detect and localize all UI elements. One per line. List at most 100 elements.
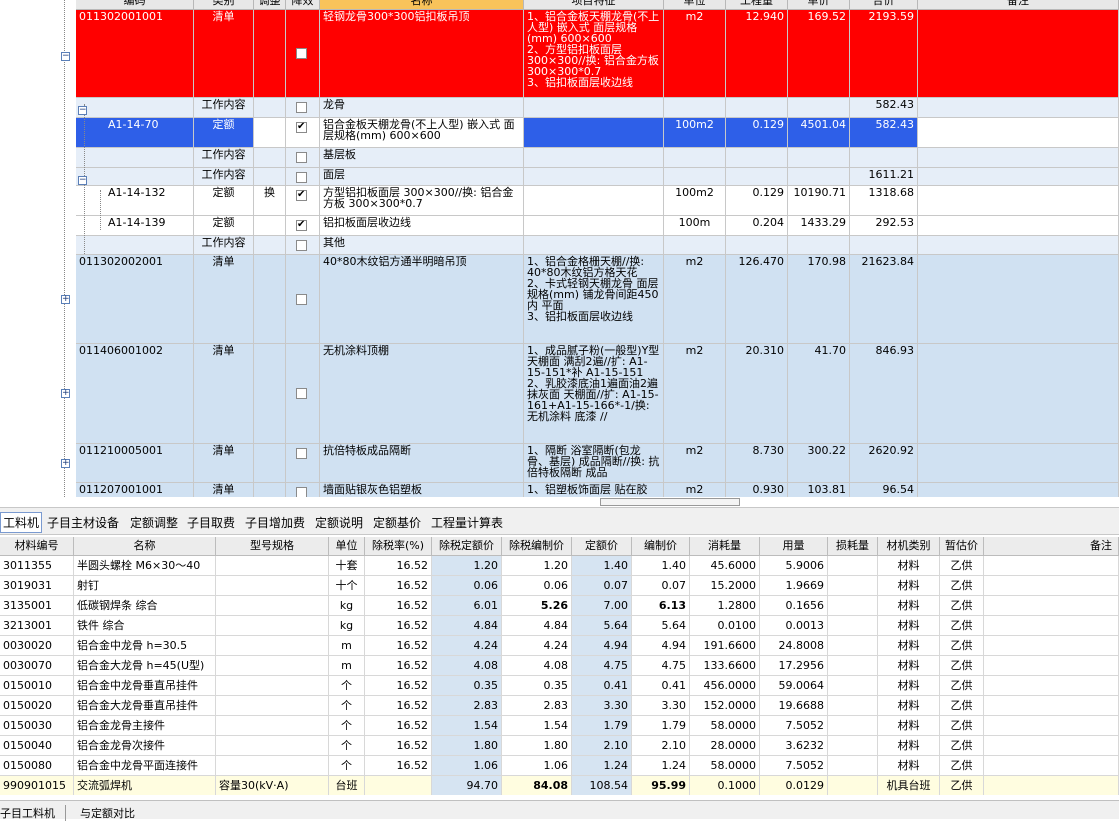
material-cell-5[interactable]: 1.20 (432, 556, 502, 576)
top-cell-单价[interactable] (788, 98, 850, 118)
top-cell-工程量[interactable]: 0.204 (726, 216, 788, 236)
material-cell-13[interactable]: 乙供 (940, 556, 984, 576)
material-row[interactable]: 0150080 铝合金中龙骨平面连接件个 16.52 1.06 1.06 1.24 1.24… (0, 756, 1119, 776)
drop-efficiency-checkbox[interactable] (296, 172, 307, 183)
top-cell-备注[interactable] (918, 236, 1119, 255)
material-row[interactable]: 0150020 铝合金大龙骨垂直吊挂件个 16.52 2.83 2.83 3.30 3.30… (0, 696, 1119, 716)
tab-0[interactable]: 工料机 (0, 512, 43, 533)
material-cell-11[interactable] (828, 776, 878, 795)
expand-toggle-icon[interactable]: − (78, 106, 87, 115)
material-cell-4[interactable]: 16.52 (365, 636, 432, 656)
material-cell-0[interactable]: 0150040 (0, 736, 74, 756)
top-cell-合价[interactable]: 582.43 (850, 118, 918, 148)
top-cell-调整[interactable]: 换 (254, 186, 286, 216)
top-cell-项目特征[interactable]: 1、铝合金格栅天棚//换: 40*80木纹铝方格天花 2、卡式轻钢天棚龙骨 面层… (524, 255, 664, 344)
top-cell-单位[interactable]: m2 (664, 344, 726, 444)
top-cell-编码[interactable]: A1-14-70 (76, 118, 194, 148)
material-cell-6[interactable]: 4.84 (502, 616, 572, 636)
material-cell-5[interactable]: 0.06 (432, 576, 502, 596)
top-row[interactable]: 011302001001 清单 轻钢龙骨300*300铝扣板吊顶 1、铝合金板天棚龙骨… (76, 10, 1119, 98)
top-cell-名称[interactable]: 40*80木纹铝方通半明暗吊顶 (320, 255, 524, 344)
material-cell-2[interactable] (216, 696, 329, 716)
material-cell-6[interactable]: 4.08 (502, 656, 572, 676)
top-cell-编码[interactable] (76, 148, 194, 168)
material-cell-2[interactable] (216, 596, 329, 616)
top-row[interactable]: A1-14-70 定额 铝合金板天棚龙骨(不上人型) 嵌入式 面层规格(mm) 60… (76, 118, 1119, 148)
material-row[interactable]: 990901015 交流弧焊机 容量30(kV·A) 台班 94.70 84.08 108.… (0, 776, 1119, 795)
top-cell-类别[interactable]: 定额 (194, 118, 254, 148)
top-cell-调整[interactable] (254, 10, 286, 98)
drop-efficiency-checkbox[interactable] (296, 448, 307, 459)
expand-toggle-icon[interactable]: − (78, 176, 87, 185)
drop-efficiency-checkbox[interactable] (296, 487, 307, 497)
item-grid[interactable]: 编码 类别 调整 降效 名称 项目特征 单位 工程量 单价 合价 备注 011302001001 清单… (0, 0, 1119, 497)
top-header-8[interactable]: 单价 (788, 0, 850, 10)
top-cell-名称[interactable]: 面层 (320, 168, 524, 186)
top-header-4[interactable]: 名称 (320, 0, 524, 10)
material-cell-4[interactable]: 16.52 (365, 676, 432, 696)
drop-efficiency-checkbox[interactable] (296, 102, 307, 113)
top-cell-调整[interactable] (254, 483, 286, 497)
tab-6[interactable]: 定额基价 (373, 514, 421, 531)
material-cell-11[interactable] (828, 596, 878, 616)
material-header-6[interactable]: 除税编制价 (502, 537, 572, 556)
material-cell-9[interactable]: 58.0000 (690, 756, 760, 776)
top-cell-工程量[interactable] (726, 236, 788, 255)
material-cell-10[interactable]: 5.9006 (760, 556, 828, 576)
material-cell-6[interactable]: 0.06 (502, 576, 572, 596)
material-row[interactable]: 3135001 低碳钢焊条 综合 kg 16.52 6.01 5.26 7.00 6.13 1.… (0, 596, 1119, 616)
material-cell-13[interactable]: 乙供 (940, 776, 984, 795)
top-cell-备注[interactable] (918, 255, 1119, 344)
material-cell-3[interactable]: 个 (329, 696, 365, 716)
material-cell-7[interactable]: 108.54 (572, 776, 632, 795)
material-cell-9[interactable]: 152.0000 (690, 696, 760, 716)
top-cell-工程量[interactable]: 0.129 (726, 186, 788, 216)
material-cell-9[interactable]: 133.6600 (690, 656, 760, 676)
top-cell-合价[interactable]: 96.54 (850, 483, 918, 497)
top-cell-调整[interactable] (254, 236, 286, 255)
top-row[interactable]: 011207001001 清单 墙面贴银灰色铝塑板 1、铝塑板饰面层 贴在胶 m2 0.9… (76, 483, 1119, 497)
top-cell-类别[interactable]: 清单 (194, 344, 254, 444)
top-cell-合价[interactable] (850, 148, 918, 168)
top-cell-合价[interactable]: 1611.21 (850, 168, 918, 186)
top-row[interactable]: A1-14-132 定额换 方型铝扣板面层 300×300//换: 铝合金方板 30… (76, 186, 1119, 216)
material-cell-1[interactable]: 铝合金龙骨主接件 (74, 716, 216, 736)
top-cell-单价[interactable]: 170.98 (788, 255, 850, 344)
material-cell-9[interactable]: 58.0000 (690, 716, 760, 736)
material-cell-10[interactable]: 17.2956 (760, 656, 828, 676)
material-header-12[interactable]: 材机类别 (878, 537, 940, 556)
top-cell-项目特征[interactable] (524, 98, 664, 118)
material-cell-14[interactable] (984, 576, 1119, 596)
material-cell-8[interactable]: 1.79 (632, 716, 690, 736)
top-header-7[interactable]: 工程量 (726, 0, 788, 10)
material-cell-7[interactable]: 4.94 (572, 636, 632, 656)
material-cell-6[interactable]: 1.54 (502, 716, 572, 736)
material-cell-1[interactable]: 半圆头螺栓 M6×30～40 (74, 556, 216, 576)
material-cell-10[interactable]: 7.5052 (760, 756, 828, 776)
material-row[interactable]: 0150040 铝合金龙骨次接件个 16.52 1.80 1.80 2.10 2.10 28.… (0, 736, 1119, 756)
material-row[interactable]: 3213001 铁件 综合 kg 16.52 4.84 4.84 5.64 5.64 0.010… (0, 616, 1119, 636)
top-cell-合价[interactable]: 21623.84 (850, 255, 918, 344)
material-cell-3[interactable]: 十个 (329, 576, 365, 596)
material-cell-11[interactable] (828, 716, 878, 736)
material-cell-8[interactable]: 2.10 (632, 736, 690, 756)
top-cell-单位[interactable]: m2 (664, 10, 726, 98)
material-cell-9[interactable]: 15.2000 (690, 576, 760, 596)
material-cell-1[interactable]: 射钉 (74, 576, 216, 596)
material-cell-1[interactable]: 铝合金中龙骨垂直吊挂件 (74, 676, 216, 696)
material-cell-12[interactable]: 材料 (878, 596, 940, 616)
top-cell-合价[interactable]: 2193.59 (850, 10, 918, 98)
material-cell-14[interactable] (984, 656, 1119, 676)
top-cell-名称[interactable]: 铝扣板面层收边线 (320, 216, 524, 236)
material-cell-2[interactable] (216, 736, 329, 756)
material-cell-8[interactable]: 6.13 (632, 596, 690, 616)
top-cell-编码[interactable] (76, 236, 194, 255)
material-cell-9[interactable]: 45.6000 (690, 556, 760, 576)
material-cell-12[interactable]: 材料 (878, 556, 940, 576)
material-header-4[interactable]: 除税率(%) (365, 537, 432, 556)
material-cell-1[interactable]: 铝合金中龙骨 h=30.5 (74, 636, 216, 656)
top-cell-合价[interactable]: 292.53 (850, 216, 918, 236)
top-cell-编码[interactable]: 011207001001 (76, 483, 194, 497)
material-cell-5[interactable]: 0.35 (432, 676, 502, 696)
material-cell-6[interactable]: 5.26 (502, 596, 572, 616)
